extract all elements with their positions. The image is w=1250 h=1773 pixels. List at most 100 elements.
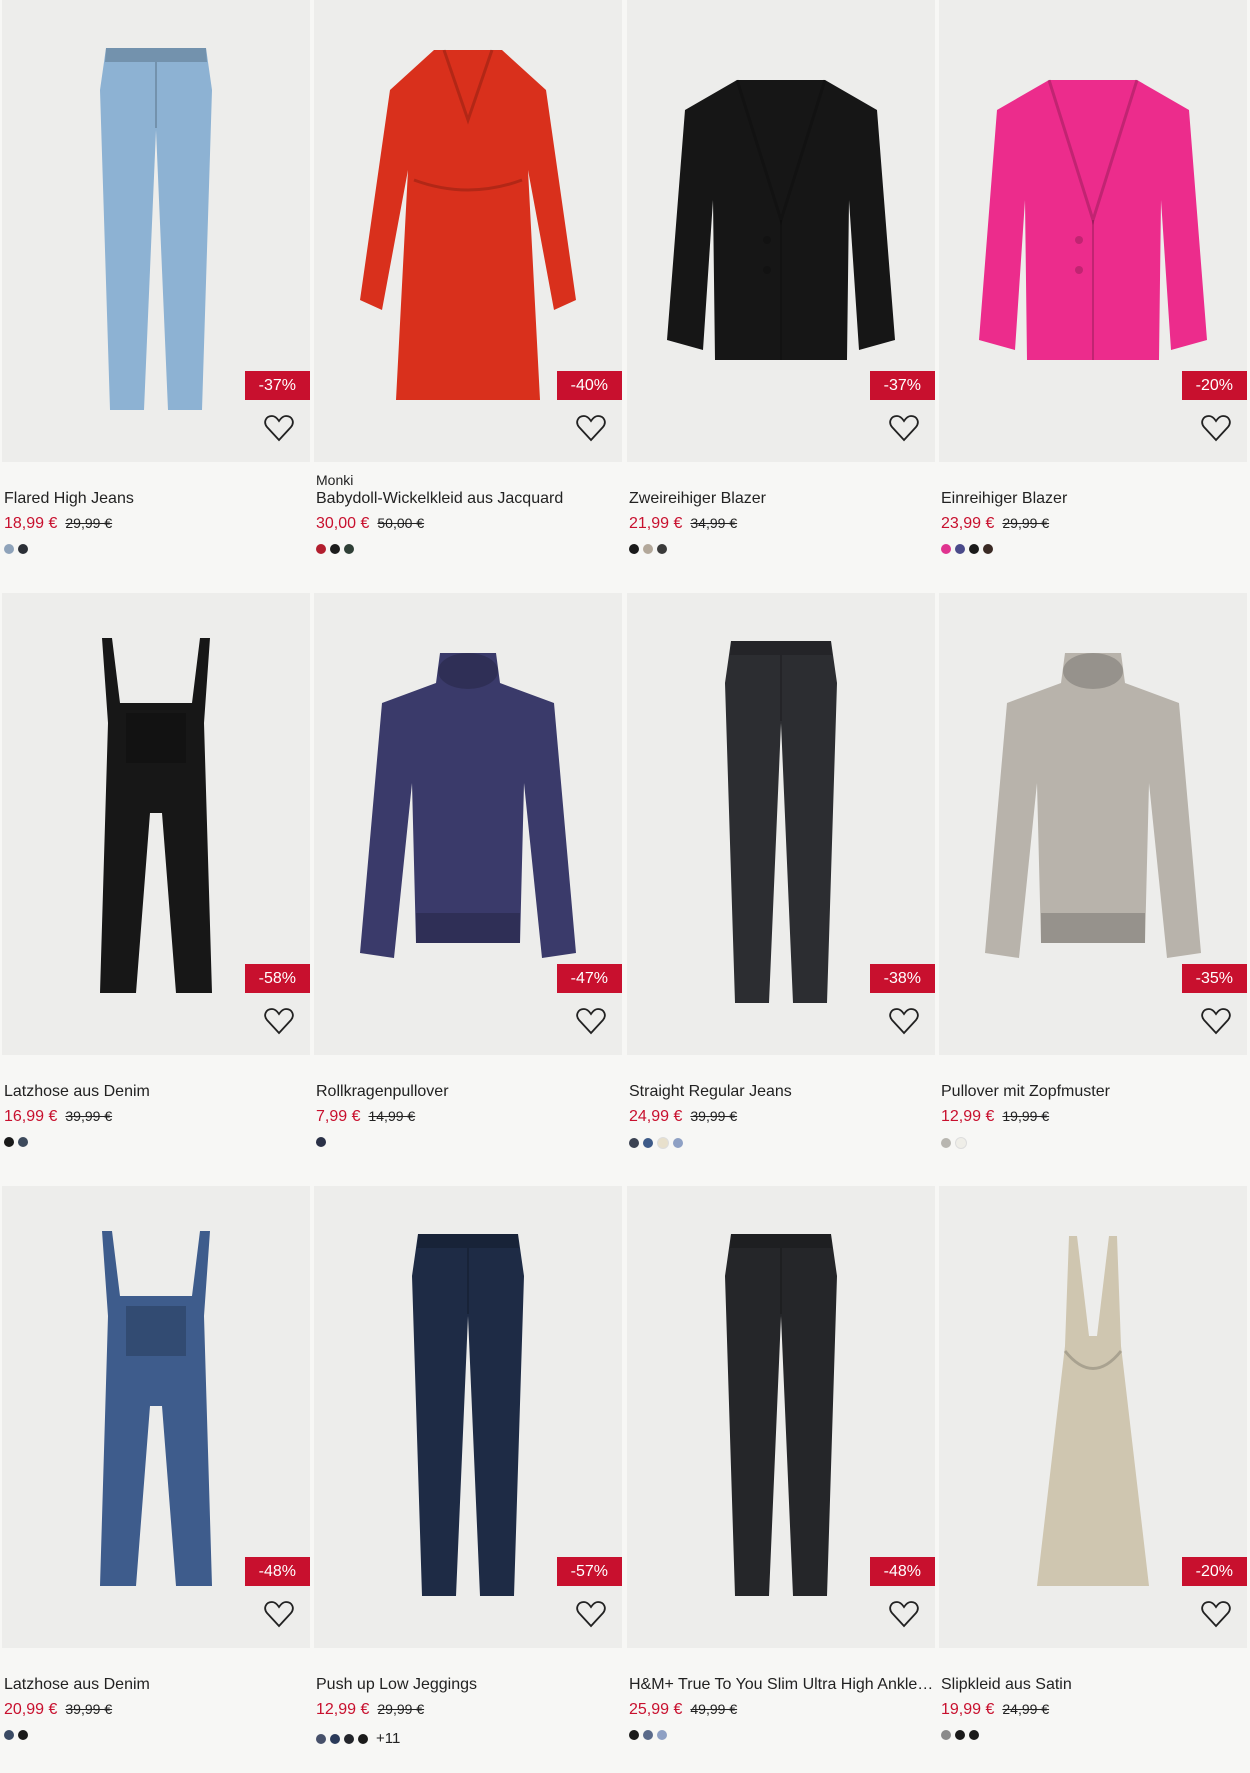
color-swatch[interactable]: [941, 1730, 951, 1740]
color-swatch[interactable]: [18, 1730, 28, 1740]
product-prices: 30,00 € 50,00 €: [316, 515, 424, 533]
heart-icon[interactable]: [264, 414, 294, 442]
color-swatch[interactable]: [983, 544, 993, 554]
heart-icon[interactable]: [1201, 414, 1231, 442]
color-swatch[interactable]: [657, 1137, 669, 1149]
product-image-container[interactable]: -20%: [939, 1186, 1247, 1648]
heart-icon[interactable]: [576, 1600, 606, 1628]
color-swatch[interactable]: [358, 1733, 368, 1744]
product-image-container[interactable]: -57%: [314, 1186, 622, 1648]
product-name[interactable]: H&M+ True To You Slim Ultra High Ankle J…: [629, 1676, 935, 1694]
product-card[interactable]: -35% Pullover mit Zopfmuster 12,99 € 19,99…: [939, 593, 1247, 1153]
color-swatches: [941, 544, 993, 554]
color-swatches: [316, 544, 354, 554]
color-swatch[interactable]: [18, 544, 28, 554]
heart-icon[interactable]: [576, 414, 606, 442]
product-card[interactable]: -47% Rollkragenpullover 7,99 € 14,99 €: [314, 593, 622, 1153]
product-prices: 23,99 € 29,99 €: [941, 515, 1049, 533]
product-card[interactable]: -58% Latzhose aus Denim 16,99 € 39,99 €: [2, 593, 310, 1153]
product-prices: 12,99 € 29,99 €: [316, 1701, 424, 1719]
color-swatch[interactable]: [955, 544, 965, 554]
heart-icon[interactable]: [1201, 1600, 1231, 1628]
color-swatch[interactable]: [4, 544, 14, 554]
color-swatch[interactable]: [941, 544, 951, 554]
color-swatch[interactable]: [969, 1730, 979, 1740]
heart-icon[interactable]: [576, 1007, 606, 1035]
product-name[interactable]: Rollkragenpullover: [316, 1083, 622, 1101]
product-name[interactable]: Latzhose aus Denim: [4, 1083, 310, 1101]
color-swatch[interactable]: [316, 1137, 326, 1147]
color-swatch[interactable]: [643, 544, 653, 554]
color-swatch[interactable]: [316, 544, 326, 554]
color-swatch[interactable]: [643, 1138, 653, 1148]
color-swatch[interactable]: [955, 1137, 967, 1149]
product-card[interactable]: -38% Straight Regular Jeans 24,99 € 39,99 …: [627, 593, 935, 1153]
product-name[interactable]: Babydoll-Wickelkleid aus Jacquard: [316, 490, 622, 508]
sale-price: 30,00 €: [316, 515, 370, 532]
product-prices: 16,99 € 39,99 €: [4, 1108, 112, 1126]
product-image-container[interactable]: -20%: [939, 0, 1247, 462]
color-swatch[interactable]: [344, 544, 354, 554]
color-swatch[interactable]: [941, 1138, 951, 1148]
color-swatch[interactable]: [629, 544, 639, 554]
discount-badge: -57%: [556, 1557, 622, 1586]
product-name[interactable]: Zweireihiger Blazer: [629, 490, 935, 508]
sale-price: 12,99 €: [941, 1108, 995, 1125]
product-card[interactable]: -48% Latzhose aus Denim 20,99 € 39,99 €: [2, 1186, 310, 1746]
product-image-container[interactable]: -40%: [314, 0, 622, 462]
discount-badge: -58%: [244, 964, 310, 993]
color-swatch[interactable]: [969, 544, 979, 554]
heart-icon[interactable]: [889, 1007, 919, 1035]
product-image-container[interactable]: -58%: [2, 593, 310, 1055]
product-card[interactable]: -57% Push up Low Jeggings 12,99 € 29,99 € +…: [314, 1186, 622, 1747]
discount-badge: -40%: [556, 371, 622, 400]
product-name[interactable]: Flared High Jeans: [4, 490, 310, 508]
product-name[interactable]: Einreihiger Blazer: [941, 490, 1247, 508]
product-image-container[interactable]: -47%: [314, 593, 622, 1055]
color-swatch[interactable]: [344, 1733, 354, 1744]
product-name[interactable]: Straight Regular Jeans: [629, 1083, 935, 1101]
color-swatch[interactable]: [18, 1137, 28, 1147]
original-price: 39,99 €: [690, 1108, 738, 1124]
heart-icon[interactable]: [1201, 1007, 1231, 1035]
product-image-container[interactable]: -37%: [627, 0, 935, 462]
color-swatch[interactable]: [657, 1730, 667, 1740]
product-name[interactable]: Latzhose aus Denim: [4, 1676, 310, 1694]
color-swatch[interactable]: [330, 544, 340, 554]
heart-icon[interactable]: [889, 414, 919, 442]
color-swatch[interactable]: [4, 1137, 14, 1147]
original-price: 39,99 €: [65, 1108, 113, 1124]
heart-icon[interactable]: [889, 1600, 919, 1628]
color-swatch[interactable]: [629, 1138, 639, 1148]
color-swatch[interactable]: [316, 1733, 326, 1744]
product-card[interactable]: -37% Flared High Jeans 18,99 € 29,99 €: [2, 0, 310, 560]
product-card[interactable]: -40% Monki Babydoll-Wickelkleid aus Jacqu…: [314, 0, 622, 560]
color-swatches: [629, 1730, 667, 1740]
product-image-container[interactable]: -37%: [2, 0, 310, 462]
color-swatch[interactable]: [330, 1733, 340, 1744]
color-swatch[interactable]: [4, 1730, 14, 1740]
discount-badge: -37%: [869, 371, 935, 400]
color-swatch[interactable]: [629, 1730, 639, 1740]
product-image-container[interactable]: -35%: [939, 593, 1247, 1055]
product-card[interactable]: -20% Einreihiger Blazer 23,99 € 29,99 €: [939, 0, 1247, 560]
color-swatch[interactable]: [657, 544, 667, 554]
color-swatches: [316, 1137, 326, 1147]
product-card[interactable]: -48% H&M+ True To You Slim Ultra High An…: [627, 1186, 935, 1746]
discount-badge: -38%: [869, 964, 935, 993]
product-image-container[interactable]: -48%: [2, 1186, 310, 1648]
original-price: 50,00 €: [377, 515, 425, 531]
product-card[interactable]: -37% Zweireihiger Blazer 21,99 € 34,99 €: [627, 0, 935, 560]
heart-icon[interactable]: [264, 1600, 294, 1628]
product-name[interactable]: Slipkleid aus Satin: [941, 1676, 1247, 1694]
product-name[interactable]: Pullover mit Zopfmuster: [941, 1083, 1247, 1101]
product-image-container[interactable]: -48%: [627, 1186, 935, 1648]
heart-icon[interactable]: [264, 1007, 294, 1035]
product-card[interactable]: -20% Slipkleid aus Satin 19,99 € 24,99 €: [939, 1186, 1247, 1746]
color-swatch[interactable]: [673, 1138, 683, 1148]
product-name[interactable]: Push up Low Jeggings: [316, 1676, 622, 1694]
color-swatch[interactable]: [643, 1730, 653, 1740]
color-swatch[interactable]: [955, 1730, 965, 1740]
product-image-container[interactable]: -38%: [627, 593, 935, 1055]
more-colors-count[interactable]: +11: [376, 1730, 400, 1747]
